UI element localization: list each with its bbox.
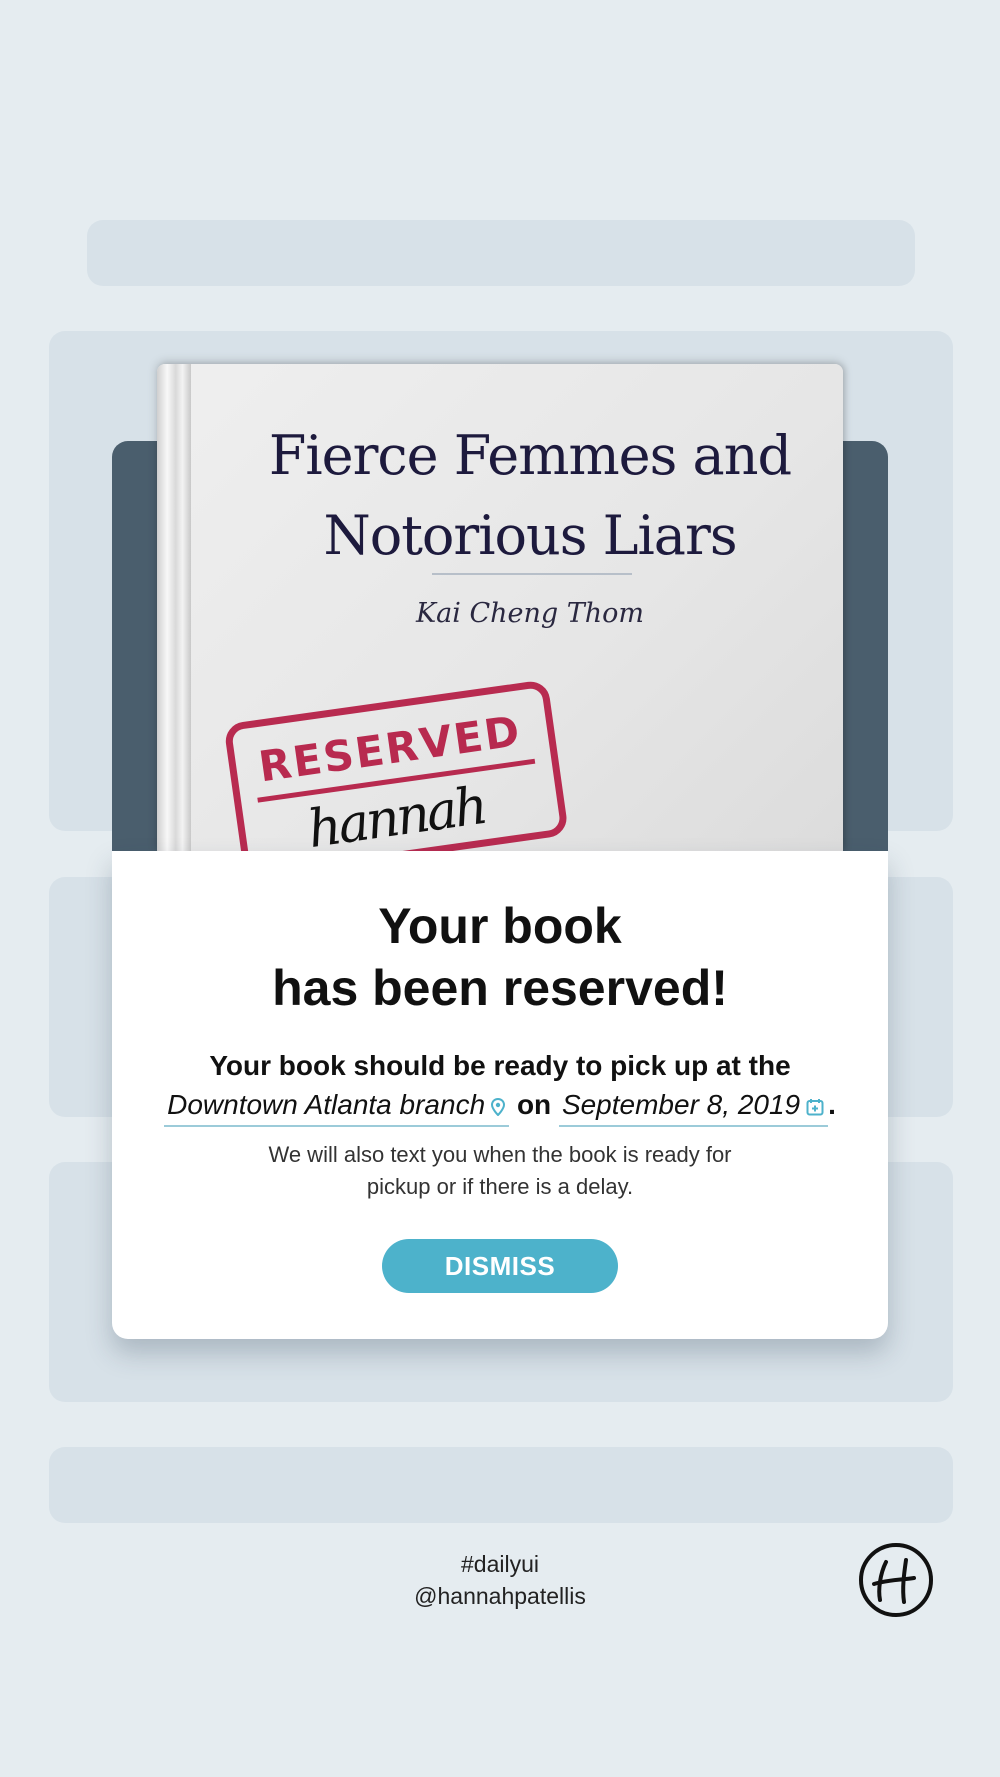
connector-text: on xyxy=(516,1089,552,1120)
modal-headline: Your book has been reserved! xyxy=(112,895,888,1019)
pickup-message: Your book should be ready to pick up at … xyxy=(209,1050,791,1081)
headline-line-1: Your book xyxy=(378,898,622,954)
branch-link-label: Downtown Atlanta branch xyxy=(167,1089,486,1120)
monogram-logo-icon xyxy=(859,1543,933,1617)
period-text: . xyxy=(828,1089,836,1120)
credits: #dailyui @hannahpatellis xyxy=(0,1548,1000,1612)
sms-note-line-2: pickup or if there is a delay. xyxy=(366,1174,634,1199)
date-link[interactable]: September 8, 2019 xyxy=(558,1085,829,1127)
reservation-modal: Your book has been reserved! Your book s… xyxy=(112,851,888,1339)
sms-note-line-1: We will also text you when the book is r… xyxy=(268,1142,732,1167)
book-divider xyxy=(432,573,632,575)
headline-line-2: has been reserved! xyxy=(272,960,728,1016)
book-spine xyxy=(157,364,191,852)
pickup-details: Downtown Atlanta branch on September 8, … xyxy=(112,1085,888,1127)
author-handle: @hannahpatellis xyxy=(414,1583,586,1609)
branch-link[interactable]: Downtown Atlanta branch xyxy=(164,1085,510,1127)
reserved-stamp: RESERVED hannah xyxy=(225,681,567,852)
date-link-label: September 8, 2019 xyxy=(561,1089,801,1120)
placeholder-bar-top xyxy=(87,220,915,286)
book-title: Fierce Femmes and Notorious Liars xyxy=(217,416,843,576)
hashtag-text: #dailyui xyxy=(461,1551,539,1577)
map-pin-icon xyxy=(491,1097,506,1117)
dismiss-button[interactable]: DISMISS xyxy=(382,1239,618,1293)
book-title-line-2: Notorious Liars xyxy=(323,504,737,567)
sms-note: We will also text you when the book is r… xyxy=(112,1139,888,1203)
book-author: Kai Cheng Thom xyxy=(415,598,645,629)
book-title-line-1: Fierce Femmes and xyxy=(268,424,792,487)
placeholder-bar-bottom xyxy=(49,1447,953,1523)
book-cover: Fierce Femmes and Notorious Liars Kai Ch… xyxy=(157,364,843,852)
calendar-add-icon xyxy=(806,1098,824,1116)
